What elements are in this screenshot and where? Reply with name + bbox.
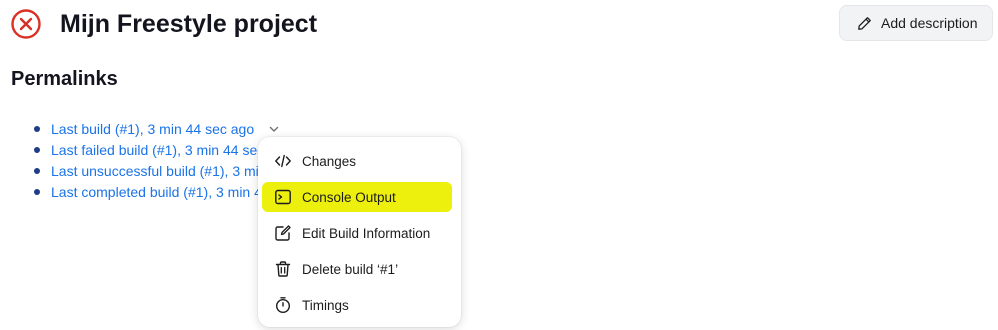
- pencil-icon: [858, 16, 871, 30]
- terminal-icon: [274, 188, 292, 206]
- code-icon: [274, 152, 292, 170]
- permalinks-heading: Permalinks: [11, 68, 118, 90]
- edit-square-icon: [274, 224, 292, 242]
- menu-item-timings[interactable]: Timings: [258, 287, 461, 323]
- menu-item-label: Edit Build Information: [302, 225, 431, 241]
- add-description-button[interactable]: Add description: [839, 5, 993, 41]
- menu-item-label: Delete build ‘#1’: [302, 261, 399, 277]
- list-item: Last build (#1), 3 min 44 sec ago: [34, 119, 280, 140]
- list-item: Last completed build (#1), 3 min 4: [34, 182, 280, 203]
- permalink-last-failed-build[interactable]: Last failed build (#1), 3 min 44 sec: [51, 142, 264, 158]
- menu-item-edit-build-information[interactable]: Edit Build Information: [258, 215, 461, 251]
- menu-item-label: Console Output: [302, 189, 396, 205]
- page-title: Mijn Freestyle project: [60, 10, 318, 38]
- build-actions-dropdown: Changes Console Output Edit Build Inform…: [258, 137, 461, 327]
- menu-item-label: Timings: [302, 297, 349, 313]
- menu-item-label: Changes: [302, 153, 357, 169]
- permalinks-list: Last build (#1), 3 min 44 sec ago Last f…: [34, 119, 280, 203]
- permalink-last-build[interactable]: Last build (#1), 3 min 44 sec ago: [51, 121, 254, 137]
- trash-icon: [274, 260, 292, 278]
- chevron-down-icon[interactable]: [268, 123, 280, 135]
- menu-item-delete-build[interactable]: Delete build ‘#1’: [258, 251, 461, 287]
- add-description-label: Add description: [881, 15, 978, 31]
- permalink-last-unsuccessful-build[interactable]: Last unsuccessful build (#1), 3 min: [51, 163, 267, 179]
- list-item: Last failed build (#1), 3 min 44 sec: [34, 140, 280, 161]
- job-page: Mijn Freestyle project Add description P…: [0, 0, 998, 330]
- menu-item-console-output[interactable]: Console Output: [258, 179, 461, 215]
- menu-item-changes[interactable]: Changes: [258, 143, 461, 179]
- timer-icon: [274, 296, 292, 314]
- list-item: Last unsuccessful build (#1), 3 min: [34, 161, 280, 182]
- failed-status-icon: [11, 9, 41, 39]
- permalink-last-completed-build[interactable]: Last completed build (#1), 3 min 4: [51, 184, 262, 200]
